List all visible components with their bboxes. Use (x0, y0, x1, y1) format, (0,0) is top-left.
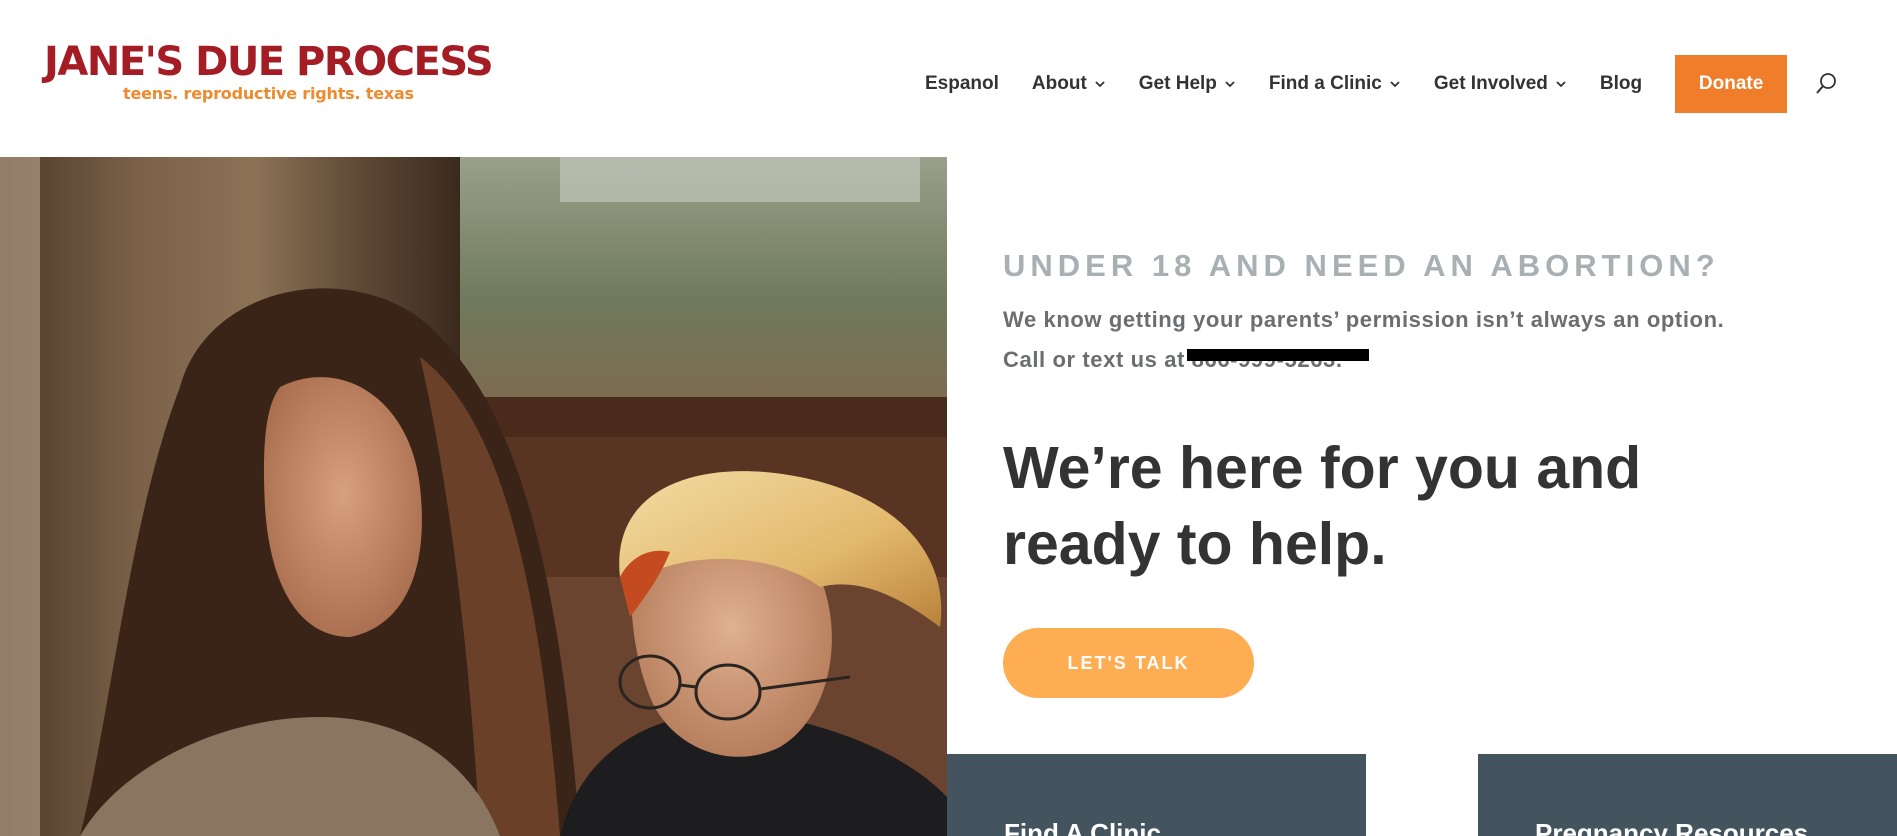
hero-headline: We’re here for you and ready to help. (1003, 430, 1803, 582)
hero-headline-line-2: ready to help. (1003, 511, 1387, 577)
site-header: JANE'S DUE PROCESS teens. reproductive r… (0, 0, 1897, 157)
search-icon[interactable] (1815, 71, 1837, 97)
nav-item-blog[interactable]: Blog (1600, 73, 1642, 95)
find-a-clinic-card[interactable]: Find A Clinic (947, 754, 1366, 836)
hero-subtext-line-1: We know getting your parents’ permission… (1003, 307, 1725, 332)
lets-talk-button[interactable]: LET'S TALK (1003, 628, 1254, 698)
nav-item-get-involved[interactable]: Get Involved (1434, 73, 1567, 95)
nav-item-about[interactable]: About (1032, 73, 1106, 95)
nav-item-label: Get Help (1138, 73, 1217, 94)
hero-photo (0, 157, 947, 836)
hero-headline-line-1: We’re here for you and (1003, 435, 1642, 501)
nav-item-label: Find a Clinic (1268, 73, 1382, 94)
main-nav: Espanol About Get Help Find a Clinic Get… (925, 55, 1837, 113)
card-label: Pregnancy Resources (1535, 818, 1809, 836)
chevron-down-icon (1556, 81, 1566, 88)
nav-item-label: Blog (1599, 73, 1643, 94)
logo-tagline: teens. reproductive rights. texas (123, 84, 414, 103)
redaction-bar (1187, 349, 1369, 361)
site-logo[interactable]: JANE'S DUE PROCESS teens. reproductive r… (44, 39, 494, 110)
chevron-down-icon (1225, 81, 1235, 88)
donate-button[interactable]: Donate (1675, 55, 1788, 113)
nav-item-label: Espanol (925, 73, 999, 94)
chevron-down-icon (1095, 81, 1105, 88)
nav-item-label: About (1031, 73, 1087, 94)
card-label: Find A Clinic (1004, 818, 1161, 836)
nav-item-espanol[interactable]: Espanol (925, 73, 999, 95)
nav-item-label: Get Involved (1433, 73, 1548, 94)
chevron-down-icon (1390, 81, 1400, 88)
nav-item-get-help[interactable]: Get Help (1139, 73, 1236, 95)
logo-title: JANE'S DUE PROCESS (44, 39, 494, 85)
nav-item-find-a-clinic[interactable]: Find a Clinic (1269, 73, 1401, 95)
hero-subtext: We know getting your parents’ permission… (1003, 300, 1724, 380)
pregnancy-resources-card[interactable]: Pregnancy Resources (1478, 754, 1897, 836)
hero-eyebrow: UNDER 18 AND NEED AN ABORTION? (1003, 248, 1720, 283)
